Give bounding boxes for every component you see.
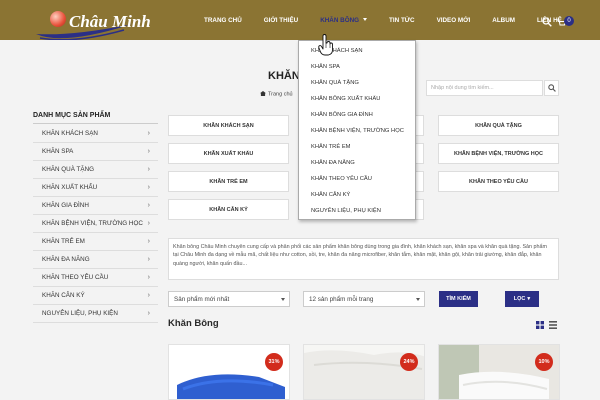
dropdown-item[interactable]: Khăn theo yêu cầu [299,171,415,187]
nav-towels-label: Khăn bông [320,16,360,24]
dropdown-item[interactable]: Nguyên liệu, phụ kiện [299,203,415,219]
discount-badge: 24% [400,353,418,371]
chevron-right-icon: › [147,130,150,137]
search-input[interactable]: Nhập nội dung tìm kiếm... [426,80,543,96]
sidebar-item-label: Khăn spa [42,148,74,155]
site-header: Châu Minh Trang chủ Giới thiệu Khăn bông… [0,0,600,41]
sort-select[interactable]: Sản phẩm mới nhất [168,291,290,307]
cart-button[interactable]: 0 [556,16,574,28]
product-card[interactable]: 24% [303,344,425,400]
grid-view-icon[interactable] [536,321,544,329]
dropdown-item[interactable]: Khăn khách sạn [299,43,415,59]
search-button[interactable]: Tìm kiếm [439,291,478,307]
sidebar-item-label: Khăn gia đình [42,202,89,209]
per-page-select[interactable]: 12 sản phẩm mỗi trang [303,291,425,307]
category-button[interactable]: Khăn cân ký [168,199,289,220]
chevron-right-icon: › [147,310,150,317]
search-icon [548,84,556,92]
breadcrumb-home[interactable]: Trang chủ [268,92,293,98]
chevron-right-icon: › [147,220,150,227]
nav-about[interactable]: Giới thiệu [264,17,298,24]
dropdown-item[interactable]: Khăn bông gia đình [299,107,415,123]
chevron-down-icon [281,298,285,301]
sidebar-item-label: Nguyên liệu, phụ kiện [42,310,118,317]
chevron-right-icon: › [147,202,150,209]
cart-count-badge: 0 [564,16,574,26]
sidebar-item[interactable]: Nguyên liệu, phụ kiện › [33,305,158,323]
search-submit-button[interactable] [544,80,559,96]
nav-towels[interactable]: Khăn bông [320,16,368,24]
chevron-right-icon: › [147,274,150,281]
breadcrumb: Trang chủ [260,91,293,98]
sidebar-item[interactable]: Khăn gia đình › [33,197,158,215]
sidebar-item[interactable]: Khăn trẻ em › [33,233,158,251]
nav-album[interactable]: Album [492,17,515,24]
dropdown-item[interactable]: Khăn cân ký [299,187,415,203]
chevron-right-icon: › [147,292,150,299]
main-nav: Trang chủ Giới thiệu Khăn bông Tin tức V… [204,0,584,40]
category-sidebar: Danh mục sản phẩm Khăn khách sạn › Khăn s… [33,112,158,323]
sidebar-item[interactable]: Khăn khách sạn › [33,125,158,143]
category-button[interactable]: Khăn quà tặng [438,115,559,136]
nav-home[interactable]: Trang chủ [204,17,242,24]
nav-video[interactable]: Video mới [437,17,471,24]
sort-select-value: Sản phẩm mới nhất [174,296,230,303]
sidebar-item-label: Khăn xuất khẩu [42,184,98,191]
sidebar-item-label: Khăn quà tặng [42,166,95,173]
towels-dropdown-menu: Khăn khách sạn Khăn spa Khăn quà tặng Kh… [298,40,416,220]
search-icon[interactable] [542,17,552,27]
category-button[interactable]: Khăn theo yêu cầu [438,171,559,192]
chevron-right-icon: › [147,148,150,155]
page-title: KHĂN [268,70,300,82]
filter-button-label: Lọc [513,296,526,302]
discount-badge: 10% [535,353,553,371]
sidebar-item[interactable]: Khăn đa năng › [33,251,158,269]
nav-news[interactable]: Tin tức [389,17,415,24]
discount-badge: 31% [265,353,283,371]
filter-button[interactable]: Lọc ▾ [505,291,539,307]
chevron-right-icon: › [147,256,150,263]
sidebar-item-label: Khăn khách sạn [42,130,98,137]
sidebar-item[interactable]: Khăn theo yêu cầu › [33,269,158,287]
logo-text: Châu Minh [69,12,151,31]
chevron-right-icon: › [147,166,150,173]
chevron-down-icon [363,18,368,22]
dropdown-item[interactable]: Khăn bông xuất khẩu [299,91,415,107]
chevron-right-icon: › [147,184,150,191]
section-title: Khăn Bông [168,318,219,329]
sidebar-item[interactable]: Khăn spa › [33,143,158,161]
filter-icon: ▾ [527,296,531,302]
category-button[interactable]: Khăn bệnh viện, trường học [438,143,559,164]
sidebar-item-label: Khăn cân ký [42,292,85,299]
list-view-icon[interactable] [549,321,557,329]
logo[interactable]: Châu Minh [34,6,151,41]
dropdown-item[interactable]: Khăn quà tặng [299,75,415,91]
sidebar-title: Danh mục sản phẩm [33,112,158,124]
sidebar-item[interactable]: Khăn quà tặng › [33,161,158,179]
sidebar-item[interactable]: Khăn xuất khẩu › [33,179,158,197]
sidebar-item-label: Khăn đa năng [42,256,90,263]
product-card[interactable]: 10% [438,344,560,400]
sidebar-item-label: Khăn trẻ em [42,238,85,245]
home-icon [260,91,266,96]
chevron-down-icon [416,298,420,301]
dropdown-item[interactable]: Khăn bệnh viện, trường học [299,123,415,139]
chevron-right-icon: › [147,238,150,245]
logo-ball-icon [50,11,66,27]
category-description: Khăn bông Châu Minh chuyên cung cấp và p… [168,238,559,280]
category-button[interactable]: Khăn khách sạn [168,115,289,136]
sidebar-item[interactable]: Khăn bệnh viện, trường học › [33,215,158,233]
sidebar-item-label: Khăn bệnh viện, trường học [42,220,143,227]
product-card[interactable]: 31% [168,344,290,400]
sidebar-item[interactable]: Khăn cân ký › [33,287,158,305]
category-button[interactable]: Khăn xuất khẩu [168,143,289,164]
dropdown-item[interactable]: Khăn trẻ em [299,139,415,155]
sidebar-item-label: Khăn theo yêu cầu [42,274,109,281]
category-button[interactable]: Khăn trẻ em [168,171,289,192]
hand-cursor-icon [318,34,333,56]
dropdown-item[interactable]: Khăn spa [299,59,415,75]
dropdown-item[interactable]: Khăn đa năng [299,155,415,171]
per-page-select-value: 12 sản phẩm mỗi trang [309,296,374,303]
